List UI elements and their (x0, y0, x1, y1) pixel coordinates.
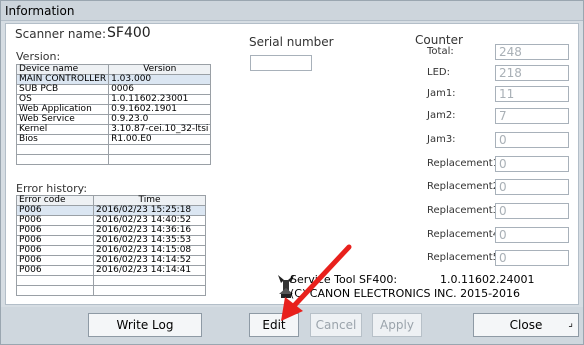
error-cell-value (93, 275, 206, 286)
counter-field-2[interactable]: 11 (495, 86, 569, 102)
counter-label-8: Replacement4: (427, 229, 503, 240)
counter-label-3: Jam2: (427, 110, 456, 121)
error-row[interactable]: P006 2016/02/23 14:40:52 (16, 215, 206, 226)
resize-corner-icon: ⌟ (568, 318, 573, 329)
version-cell-value: R1.00.E0 (108, 134, 212, 145)
error-header-code: Error code (16, 195, 94, 206)
counter-label-2: Jam1: (427, 88, 456, 99)
counter-field-5[interactable]: 0 (495, 156, 569, 172)
error-row[interactable] (16, 285, 206, 296)
error-cell-name: P006 (16, 235, 94, 246)
close-button[interactable]: Close ⌟ (473, 313, 579, 337)
version-row[interactable]: Kernel 3.10.87-cei.10_32-ltsi (15, 124, 212, 135)
counter-field-1[interactable]: 218 (495, 65, 569, 81)
version-cell-value (108, 154, 212, 165)
error-cell-name: P006 (16, 255, 94, 266)
version-header-version: Version (108, 64, 212, 75)
counter-field-6[interactable]: 0 (495, 179, 569, 195)
version-cell-value: 0.9.23.0 (108, 114, 212, 125)
error-cell-value: 2016/02/23 14:15:08 (93, 245, 206, 256)
counter-label: Counter (415, 33, 463, 47)
error-header-time: Time (93, 195, 206, 206)
version-cell-name: Bios (15, 134, 110, 145)
error-cell-name: P006 (16, 225, 94, 236)
version-label: Version: (16, 50, 61, 63)
version-cell-value: 1.03.000 (108, 74, 212, 85)
counter-field-7[interactable]: 0 (495, 203, 569, 219)
version-cell-name (15, 154, 110, 165)
version-row[interactable] (15, 154, 212, 165)
error-cell-name: P006 (16, 265, 94, 276)
serial-number-input[interactable] (250, 55, 312, 71)
version-cell-name: SUB PCB (15, 84, 110, 95)
error-cell-name: P006 (16, 205, 94, 216)
error-cell-value: 2016/02/23 14:40:52 (93, 215, 206, 226)
information-window: Information Scanner name: SF400 Version:… (0, 0, 584, 345)
version-table: Device name Version MAIN CONTROLLER 1.03.… (15, 64, 212, 165)
error-cell-name (16, 285, 94, 296)
scanner-name-label: Scanner name: (15, 27, 106, 41)
version-row[interactable]: OS 1.0.11602.23001 (15, 94, 212, 105)
counter-field-3[interactable]: 7 (495, 108, 569, 124)
version-cell-name: Kernel (15, 124, 110, 135)
counter-label-0: Total: (427, 46, 454, 57)
error-cell-value: 2016/02/23 14:36:16 (93, 225, 206, 236)
error-row[interactable]: P006 2016/02/23 14:36:16 (16, 225, 206, 236)
version-row[interactable]: Bios R1.00.E0 (15, 134, 212, 145)
version-row[interactable]: MAIN CONTROLLER 1.03.000 (15, 74, 212, 85)
version-cell-value: 1.0.11602.23001 (108, 94, 212, 105)
window-title: Information (1, 1, 583, 21)
version-cell-value: 0.9.1602.1901 (108, 104, 212, 115)
version-cell-name: Web Application (15, 104, 110, 115)
error-row[interactable] (16, 275, 206, 286)
counter-label-5: Replacement1: (427, 158, 503, 169)
counter-label-9: Replacement5: (427, 252, 503, 263)
apply-button[interactable]: Apply (372, 313, 422, 337)
error-cell-name (16, 275, 94, 286)
error-cell-value: 2016/02/23 14:35:53 (93, 235, 206, 246)
version-cell-value: 0006 (108, 84, 212, 95)
version-cell-name: Web Service (15, 114, 110, 125)
error-cell-value: 2016/02/23 14:14:52 (93, 255, 206, 266)
counter-field-8[interactable]: 0 (495, 227, 569, 243)
about-version: 1.0.11602.24001 (440, 273, 535, 286)
version-cell-value (108, 144, 212, 155)
counter-label-4: Jam3: (427, 134, 456, 145)
serial-number-label: Serial number (249, 35, 334, 49)
write-log-button[interactable]: Write Log (88, 313, 202, 337)
error-row[interactable]: P006 2016/02/23 14:35:53 (16, 235, 206, 246)
version-row[interactable]: SUB PCB 0006 (15, 84, 212, 95)
error-cell-value: 2016/02/23 15:25:18 (93, 205, 206, 216)
counter-label-1: LED: (427, 67, 450, 78)
counter-field-9[interactable]: 0 (495, 250, 569, 266)
error-row[interactable]: P006 2016/02/23 14:14:41 (16, 265, 206, 276)
error-cell-value (93, 285, 206, 296)
error-history-label: Error history: (16, 182, 88, 195)
version-cell-name: OS (15, 94, 110, 105)
error-cell-name: P006 (16, 245, 94, 256)
error-row[interactable]: P006 2016/02/23 14:15:08 (16, 245, 206, 256)
counter-field-4[interactable]: 0 (495, 132, 569, 148)
version-cell-name: MAIN CONTROLLER (15, 74, 110, 85)
counter-field-0[interactable]: 248 (495, 44, 569, 60)
version-header-device: Device name (15, 64, 110, 75)
counter-label-7: Replacement3: (427, 205, 503, 216)
version-row[interactable]: Web Application 0.9.1602.1901 (15, 104, 212, 115)
counter-label-6: Replacement2: (427, 181, 503, 192)
error-row[interactable]: P006 2016/02/23 15:25:18 (16, 205, 206, 216)
error-history-table: Error code Time P006 2016/02/23 15:25:18 P… (16, 195, 206, 296)
version-cell-name (15, 144, 110, 155)
version-row[interactable] (15, 144, 212, 155)
scanner-model: SF400 (107, 25, 151, 41)
error-cell-value: 2016/02/23 14:14:41 (93, 265, 206, 276)
annotation-arrow-icon (281, 244, 352, 321)
version-row[interactable]: Web Service 0.9.23.0 (15, 114, 212, 125)
version-cell-value: 3.10.87-cei.10_32-ltsi (108, 124, 212, 135)
close-label: Close (509, 318, 543, 332)
error-row[interactable]: P006 2016/02/23 14:14:52 (16, 255, 206, 266)
error-cell-name: P006 (16, 215, 94, 226)
